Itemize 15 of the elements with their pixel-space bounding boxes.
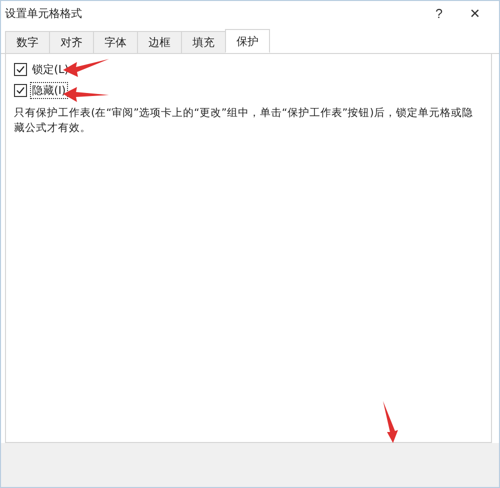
- window-title: 设置单元格格式: [5, 6, 83, 20]
- annotation-arrow: [381, 401, 399, 443]
- checkbox[interactable]: [14, 84, 27, 97]
- tab[interactable]: 保护: [225, 29, 270, 53]
- tab[interactable]: 对齐: [49, 31, 94, 53]
- tab[interactable]: 填充: [181, 31, 226, 53]
- tab[interactable]: 边框: [137, 31, 182, 53]
- annotation-arrow: [63, 87, 109, 103]
- tab[interactable]: 字体: [93, 31, 138, 53]
- close-button[interactable]: ✕: [457, 2, 493, 24]
- protection-note: 只有保护工作表(在“审阅”选项卡上的“更改”组中，单击“保护工作表”按钮)后，锁定单元格或隐藏公式才有效。: [14, 106, 474, 136]
- checkbox[interactable]: [14, 63, 27, 76]
- tab[interactable]: 数字: [5, 31, 50, 53]
- help-button[interactable]: ?: [421, 2, 457, 24]
- checkbox-label[interactable]: 隐藏(I): [31, 83, 67, 98]
